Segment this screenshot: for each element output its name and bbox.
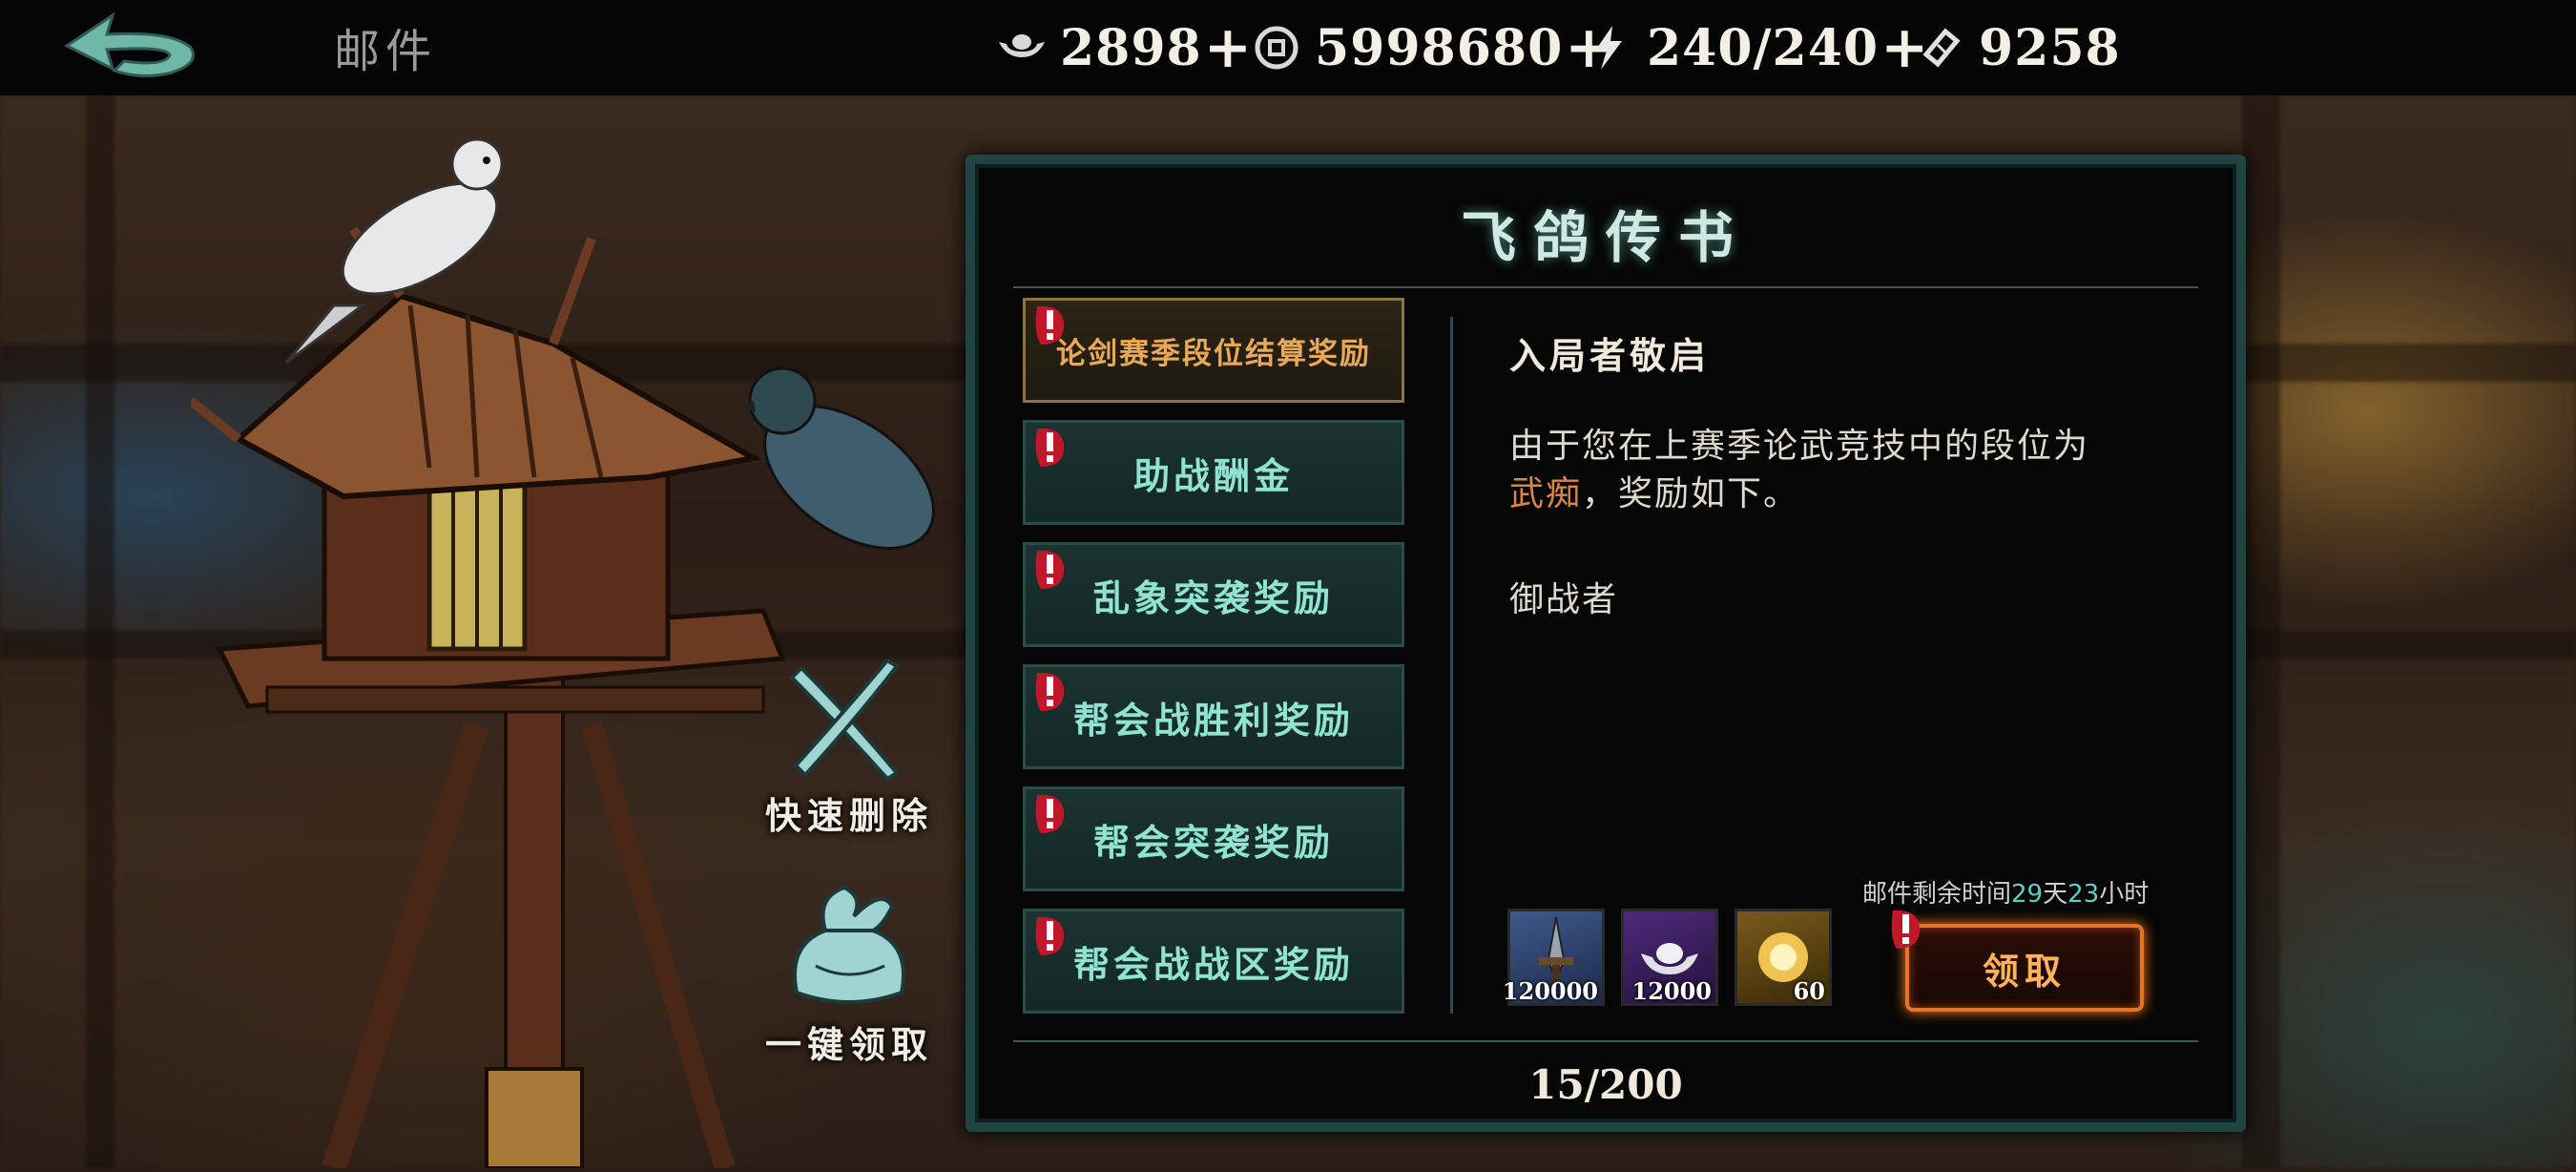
stamina-value: 240/240 (1647, 18, 1880, 77)
reward-item-weapon[interactable]: 120000 (1503, 909, 1605, 1006)
alert-icon (1035, 550, 1064, 589)
bundle-icon (793, 885, 905, 1004)
panel-title: 飞鸽传书 (1460, 205, 1751, 270)
mail-item-chaos-raid-reward[interactable]: 乱象突袭奖励 (1023, 542, 1404, 647)
dark-pigeon-illustration (735, 366, 935, 550)
rank-name: 武痴 (1509, 474, 1583, 513)
back-arrow-icon (64, 11, 195, 77)
back-button[interactable] (57, 10, 210, 86)
silver-ingot-icon (997, 23, 1047, 73)
mail-signature: 御战者 (1509, 580, 1619, 619)
ticket-icon (1916, 23, 1965, 73)
mail-item-guild-war-victory[interactable]: 帮会战胜利奖励 (1023, 664, 1404, 769)
top-bar: 邮件 2898 + 5998680 + 240/240 + 9258 (0, 0, 2576, 95)
mail-body-text: 由于您在上赛季论武竞技中的段位为 武痴，奖励如下。 (1509, 427, 2090, 513)
mail-panel: 飞鸽传书 论剑赛季段位结算奖励 助战酬金 乱象突袭奖励 帮会战胜利奖励 帮会突袭… (966, 155, 2246, 1132)
alert-icon (1035, 672, 1064, 711)
stamina-resource: 240/240 + (1584, 17, 1928, 78)
mail-item-ranking-reward[interactable]: 论剑赛季段位结算奖励 (1023, 298, 1404, 403)
lightning-icon (1584, 23, 1633, 73)
alert-icon (1891, 910, 1920, 949)
divider-top (1013, 286, 2198, 288)
silver-resource: 2898 + (997, 17, 1252, 78)
mail-greeting: 入局者敬启 (1509, 335, 1711, 377)
divider-vertical (1450, 317, 1453, 1014)
alert-icon (1035, 794, 1064, 833)
remaining-time: 邮件剩余时间29天23小时 (1862, 880, 2150, 909)
add-silver-button[interactable]: + (1204, 19, 1252, 76)
quick-delete-button[interactable]: 快速删除 (744, 658, 954, 839)
mail-content: 入局者敬启 由于您在上赛季论武竞技中的段位为 武痴，奖励如下。 御战者 (1509, 326, 2177, 621)
ticket-resource: 9258 (1916, 17, 2121, 78)
page-title: 邮件 (334, 25, 438, 78)
divider-bottom (1013, 1040, 2198, 1042)
alert-icon (1035, 428, 1064, 467)
mail-item-assist-fee[interactable]: 助战酬金 (1023, 420, 1404, 525)
claim-button[interactable]: 领取 (1905, 924, 2144, 1012)
copper-coin-icon (1252, 23, 1301, 73)
mail-item-guild-war-zone-reward[interactable]: 帮会战战区奖励 (1023, 909, 1404, 1014)
reward-item-silver[interactable]: 12000 (1621, 909, 1718, 1006)
claim-all-label: 一键领取 (764, 1023, 933, 1066)
coin-value: 5998680 (1315, 18, 1564, 77)
silver-value: 2898 (1060, 18, 1202, 77)
mail-count: 15/200 (1528, 1061, 1683, 1108)
cross-icon (789, 658, 901, 782)
reward-item-orb[interactable]: 60 (1735, 909, 1832, 1006)
alert-icon (1035, 916, 1064, 955)
coin-resource: 5998680 + (1252, 17, 1613, 78)
quick-delete-label: 快速删除 (764, 794, 933, 837)
mail-item-guild-raid-reward[interactable]: 帮会突袭奖励 (1023, 786, 1404, 891)
ticket-value: 9258 (1979, 18, 2121, 77)
claim-all-button[interactable]: 一键领取 (744, 878, 954, 1068)
alert-icon (1035, 305, 1064, 345)
